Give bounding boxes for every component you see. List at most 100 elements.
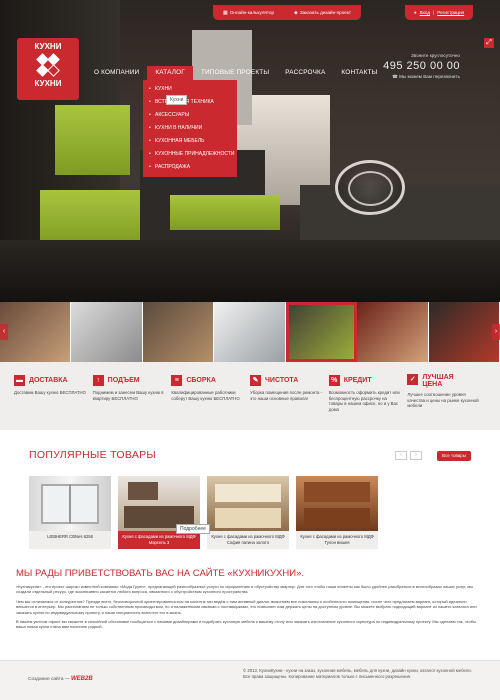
contact-label: Звоните круглосуточно	[411, 53, 460, 58]
main-nav: О КОМПАНИИ КАТАЛОГ ТИПОВЫЕ ПРОЕКТЫ РАССР…	[86, 66, 386, 80]
dropdown-item-utensils[interactable]: КУХОННЫЕ ПРИНАДЛЕЖНОСТИ	[143, 148, 237, 161]
gallery-thumb[interactable]	[428, 302, 500, 362]
hero-banner: ▦ Онлайн-калькулятор ◈ Заказать дизайн-про…	[0, 0, 500, 302]
percent-icon: %	[328, 374, 340, 386]
auth-bar: ● Вход | Регистрация	[405, 5, 473, 20]
feature-title: СБОРКА	[186, 376, 216, 384]
feature-assembly: ≡ СБОРКА Квалифицированные работники собе…	[171, 374, 250, 430]
product-image[interactable]	[296, 476, 378, 531]
gallery-thumb[interactable]	[142, 302, 215, 362]
all-products-button[interactable]: Все товары	[437, 451, 471, 461]
feature-text: Возможность оформить кредит или беспроце…	[328, 390, 400, 412]
hero-island-front	[170, 195, 280, 230]
contact-block: Звоните круглосуточно 495 250 00 00 ☎ Мы…	[383, 53, 460, 80]
catalog-dropdown: КУХНИ ВСТРОЕННАЯ ТЕХНИКА АКСЕССУАРЫ КУХН…	[143, 80, 237, 177]
order-design-link[interactable]: ◈ Заказать дизайн-проект	[294, 10, 351, 16]
gallery-thumb[interactable]	[71, 302, 143, 362]
feature-cleaning: ✎ ЧИСТОТА Уборка помещения после ремонта …	[250, 374, 329, 430]
arrow-up-icon: ↑	[92, 374, 104, 386]
gallery-thumb[interactable]	[357, 302, 429, 362]
order-design-label: Заказать дизайн-проект	[299, 9, 351, 15]
gallery-thumb[interactable]	[214, 302, 286, 362]
feature-head: ≡ СБОРКА	[171, 374, 245, 386]
user-icon: ●	[413, 10, 417, 15]
hero-cabinet-lower	[40, 190, 145, 245]
product-image[interactable]	[118, 476, 200, 531]
web2b-logo[interactable]: WEB2B	[71, 676, 93, 682]
footer-copyright: © 2013, КухниКухни - кухни на заказ, кух…	[243, 668, 483, 680]
dropdown-item-furniture[interactable]: КУХОННАЯ МЕБЕЛЬ	[143, 135, 237, 148]
dropdown-item-in-stock[interactable]: КУХНИ В НАЛИЧИИ	[143, 122, 237, 135]
feature-head: ▬ ДОСТАВКА	[14, 374, 88, 386]
popular-title: ПОПУЛЯРНЫЕ ТОВАРЫ	[29, 449, 157, 461]
feature-lifting: ↑ ПОДЪЕМ Поднимем и занесем Вашу кухню в …	[92, 374, 172, 430]
welcome-paragraph: Чем мы отличаемся от конкурентов? Прежде…	[16, 598, 477, 615]
product-caption: Кухня с фасадами из рамочного МДФ Тулон …	[296, 531, 378, 549]
feature-best-price: ✓ ЛУЧШАЯ ЦЕНА Лучшее соотношение уровня к…	[407, 374, 486, 430]
feature-head: % КРЕДИТ	[328, 374, 403, 386]
nav-catalog[interactable]: КАТАЛОГ	[147, 66, 193, 80]
callback-label: Мы можем Вам перезвонить	[399, 74, 460, 79]
product-card[interactable]: LIEBHERR CBNes 6256	[29, 476, 111, 549]
login-link[interactable]: Вход	[420, 10, 430, 15]
feature-credit: % КРЕДИТ Возможность оформить кредит или …	[328, 374, 408, 430]
site-logo[interactable]: КУХНИ КУХНИ	[17, 38, 79, 100]
feature-text: Доставим Вашу кухню БЕСПЛАТНО	[14, 390, 86, 395]
register-link[interactable]: Регистрация	[437, 10, 464, 15]
footer-credit: Создание сайта — WEB2B	[28, 676, 93, 682]
product-card[interactable]: Кухня с фасадами из рамочного МДФ София …	[207, 476, 289, 549]
fullscreen-icon[interactable]: ⤢	[484, 38, 494, 48]
feature-text: Квалифицированные работники соберут Вашу…	[171, 390, 240, 401]
welcome-paragraph: В нашем уютном офисе вы сможете в спокой…	[16, 619, 476, 630]
product-image[interactable]	[207, 476, 289, 531]
feature-title: ЧИСТОТА	[265, 376, 299, 384]
gallery-prev-arrow-icon[interactable]: ‹	[0, 324, 8, 340]
dropdown-item-sale[interactable]: РАСПРОДАЖА	[143, 161, 237, 174]
feature-head: ↑ ПОДЪЕМ	[92, 374, 167, 386]
product-caption: LIEBHERR CBNes 6256	[29, 531, 111, 549]
popular-pager: ‹ ›	[395, 451, 422, 460]
nav-projects[interactable]: ТИПОВЫЕ ПРОЕКТЫ	[193, 66, 277, 80]
nav-about[interactable]: О КОМПАНИИ	[86, 66, 147, 80]
top-links-bar: ▦ Онлайн-калькулятор ◈ Заказать дизайн-про…	[213, 5, 361, 20]
logo-mark-icon	[36, 53, 60, 77]
welcome-title: МЫ РАДЫ ПРИВЕТСТВОВАТЬ ВАС НА САЙТЕ «КУХ…	[16, 568, 305, 579]
hero-floor	[0, 240, 500, 302]
product-card-active[interactable]: Кухня с фасадами из рамочного МДФ Марсел…	[118, 476, 200, 549]
dropdown-item-appliances[interactable]: ВСТРОЕННАЯ ТЕХНИКА	[143, 96, 237, 109]
product-card[interactable]: Кухня с фасадами из рамочного МДФ Тулон …	[296, 476, 378, 549]
dropdown-item-kitchens[interactable]: КУХНИ	[143, 83, 237, 96]
welcome-text: «Кухникухни» - это проект широко известн…	[16, 584, 484, 634]
dropdown-item-accessories[interactable]: АКСЕССУАРЫ	[143, 109, 237, 122]
nav-contacts[interactable]: КОНТАКТЫ	[333, 66, 385, 80]
phone-number[interactable]: 495 250 00 00	[383, 60, 460, 72]
more-tooltip: Подробнее	[176, 524, 210, 534]
pager-prev-button[interactable]: ‹	[395, 451, 407, 460]
feature-text: Лучшее соотношение уровня качества и цен…	[407, 392, 479, 408]
feature-title: ЛУЧШАЯ ЦЕНА	[422, 374, 454, 388]
gallery-thumb[interactable]	[0, 302, 72, 362]
welcome-paragraph: «Кухникухни» - это проект широко известн…	[16, 584, 473, 595]
calculator-icon: ▦	[222, 9, 228, 16]
callback-link[interactable]: ☎ Мы можем Вам перезвонить	[383, 74, 460, 80]
feature-head: ✎ ЧИСТОТА	[250, 374, 324, 386]
feature-head: ✓ ЛУЧШАЯ ЦЕНА	[407, 374, 481, 388]
design-icon: ◈	[294, 9, 298, 16]
footer: Создание сайта — WEB2B © 2013, КухниКухн…	[0, 660, 500, 700]
layers-icon: ≡	[171, 374, 183, 386]
nav-installment[interactable]: РАССРОЧКА	[277, 66, 333, 80]
gallery-thumbnails: ‹ ›	[0, 302, 500, 362]
product-image[interactable]	[29, 476, 111, 531]
copyright-line: Все права защищены. Копирование материал…	[243, 674, 412, 679]
gallery-thumb-selected[interactable]	[285, 302, 358, 362]
brush-icon: ✎	[250, 374, 262, 386]
product-list: LIEBHERR CBNes 6256 Кухня с фасадами из …	[29, 476, 378, 549]
product-caption: Кухня с фасадами из рамочного МДФ София …	[207, 531, 289, 549]
footer-made-label: Создание сайта —	[28, 677, 70, 682]
hero-cabinet-upper	[55, 105, 130, 175]
gallery-next-arrow-icon[interactable]: ›	[492, 324, 500, 340]
auth-separator: |	[433, 10, 435, 15]
pager-next-button[interactable]: ›	[410, 451, 422, 460]
thumbs-up-icon: ✓	[407, 374, 419, 385]
calc-link[interactable]: ▦ Онлайн-калькулятор	[223, 10, 274, 16]
